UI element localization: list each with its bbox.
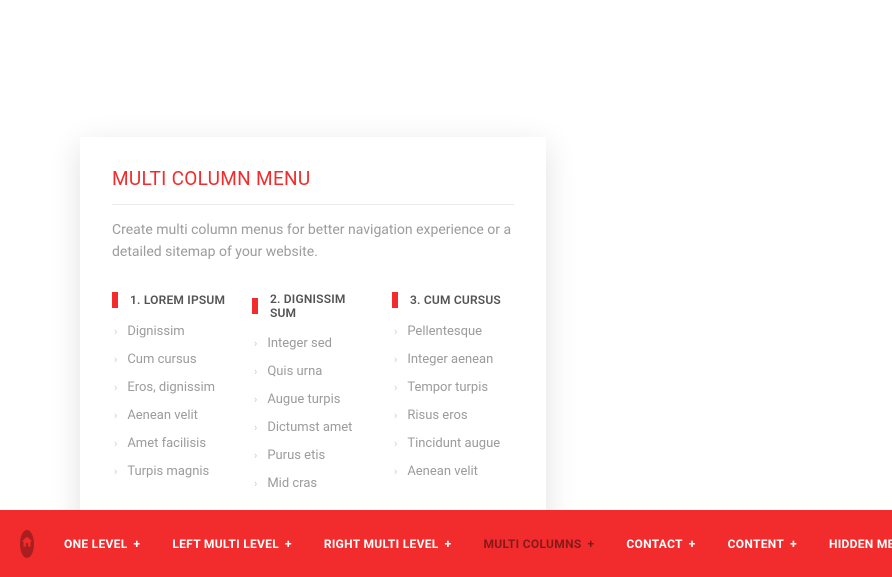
column-link-label: Integer aenean xyxy=(407,352,493,367)
nav-item-label: CONTENT xyxy=(728,537,784,551)
column-link-label: Aenean velit xyxy=(127,408,198,423)
nav-item-label: LEFT MULTI LEVEL xyxy=(172,537,279,551)
plus-icon: + xyxy=(689,537,696,551)
column-link-label: Amet facilisis xyxy=(127,436,206,451)
nav-item-label: HIDDEN MENU xyxy=(829,537,892,551)
chevron-right-icon: › xyxy=(254,393,257,406)
column-link[interactable]: › Amet facilisis xyxy=(112,436,234,451)
home-icon xyxy=(20,534,34,553)
chevron-right-icon: › xyxy=(114,437,117,450)
column-link-label: Turpis magnis xyxy=(127,464,209,479)
nav-item-label: CONTACT xyxy=(626,537,682,551)
plus-icon: + xyxy=(445,537,452,551)
column-link-label: Purus etis xyxy=(267,448,325,463)
column-link[interactable]: › Eros, dignissim xyxy=(112,380,234,395)
column-link-label: Cum cursus xyxy=(127,352,196,367)
column-header: 3. CUM CURSUS xyxy=(392,292,514,308)
multi-column-dropdown: MULTI COLUMN MENU Create multi column me… xyxy=(80,137,546,536)
chevron-right-icon: › xyxy=(254,337,257,350)
column-link-label: Dignissim xyxy=(127,324,184,339)
column-link-label: Tempor turpis xyxy=(407,380,488,395)
dropdown-column: 2. DIGNISSIM SUM › Integer sed › Quis urna › A… xyxy=(252,292,374,504)
nav-item-contact[interactable]: CONTACT + xyxy=(626,537,695,551)
chevron-right-icon: › xyxy=(394,437,397,450)
column-link[interactable]: › Aenean velit xyxy=(112,408,234,423)
column-link-label: Dictumst amet xyxy=(267,420,352,435)
chevron-right-icon: › xyxy=(254,421,257,434)
chevron-right-icon: › xyxy=(394,353,397,366)
chevron-right-icon: › xyxy=(114,325,117,338)
column-link[interactable]: › Augue turpis xyxy=(252,392,374,407)
nav-item-multi-columns[interactable]: MULTI COLUMNS + xyxy=(483,537,594,551)
chevron-right-icon: › xyxy=(114,381,117,394)
navbar: ONE LEVEL+LEFT MULTI LEVEL+RIGHT MULTI L… xyxy=(0,510,892,577)
plus-icon: + xyxy=(134,537,141,551)
dropdown-columns: 1. LOREM IPSUM › Dignissim › Cum cursus › Eros… xyxy=(112,292,514,504)
column-link-label: Tincidunt augue xyxy=(407,436,500,451)
nav-item-content[interactable]: CONTENT + xyxy=(728,537,797,551)
column-link-label: Integer sed xyxy=(267,336,332,351)
column-header: 2. DIGNISSIM SUM xyxy=(252,292,374,320)
plus-icon: + xyxy=(790,537,797,551)
chevron-right-icon: › xyxy=(394,325,397,338)
column-link[interactable]: › Dictumst amet xyxy=(252,420,374,435)
plus-icon: + xyxy=(285,537,292,551)
nav-item-left-multi-level[interactable]: LEFT MULTI LEVEL + xyxy=(172,537,292,551)
column-link[interactable]: › Dignissim xyxy=(112,324,234,339)
column-link-label: Eros, dignissim xyxy=(127,380,215,395)
dropdown-title: MULTI COLUMN MENU xyxy=(112,167,514,205)
chevron-right-icon: › xyxy=(114,409,117,422)
nav-item-label: ONE LEVEL xyxy=(64,537,128,551)
column-link[interactable]: › Integer aenean xyxy=(392,352,514,367)
chevron-right-icon: › xyxy=(394,381,397,394)
chevron-right-icon: › xyxy=(254,477,257,490)
column-link[interactable]: › Purus etis xyxy=(252,448,374,463)
column-link[interactable]: › Cum cursus xyxy=(112,352,234,367)
column-header-label: 3. CUM CURSUS xyxy=(410,293,501,307)
plus-icon: + xyxy=(588,537,595,551)
accent-bar xyxy=(252,298,258,314)
column-link-label: Quis urna xyxy=(267,364,322,379)
column-link-label: Risus eros xyxy=(407,408,467,423)
dropdown-description: Create multi column menus for better nav… xyxy=(112,219,514,264)
chevron-right-icon: › xyxy=(394,465,397,478)
column-link[interactable]: › Integer sed xyxy=(252,336,374,351)
column-link[interactable]: › Quis urna xyxy=(252,364,374,379)
chevron-right-icon: › xyxy=(114,465,117,478)
nav-item-one-level[interactable]: ONE LEVEL + xyxy=(64,537,140,551)
chevron-right-icon: › xyxy=(394,409,397,422)
column-link[interactable]: › Pellentesque xyxy=(392,324,514,339)
column-link-label: Pellentesque xyxy=(407,324,482,339)
column-header-label: 1. LOREM IPSUM xyxy=(130,293,225,307)
column-header: 1. LOREM IPSUM xyxy=(112,292,234,308)
nav-item-right-multi-level[interactable]: RIGHT MULTI LEVEL + xyxy=(324,537,452,551)
nav-item-label: RIGHT MULTI LEVEL xyxy=(324,537,439,551)
chevron-right-icon: › xyxy=(114,353,117,366)
column-link[interactable]: › Risus eros xyxy=(392,408,514,423)
column-header-label: 2. DIGNISSIM SUM xyxy=(270,292,374,320)
column-link-label: Mid cras xyxy=(267,476,317,491)
nav-item-label: MULTI COLUMNS xyxy=(483,537,581,551)
dropdown-column: 3. CUM CURSUS › Pellentesque › Integer aenea… xyxy=(392,292,514,504)
chevron-right-icon: › xyxy=(254,449,257,462)
column-link[interactable]: › Turpis magnis xyxy=(112,464,234,479)
chevron-right-icon: › xyxy=(254,365,257,378)
dropdown-column: 1. LOREM IPSUM › Dignissim › Cum cursus › Eros… xyxy=(112,292,234,504)
column-link[interactable]: › Mid cras xyxy=(252,476,374,491)
column-link[interactable]: › Aenean velit xyxy=(392,464,514,479)
accent-bar xyxy=(392,292,398,308)
column-link[interactable]: › Tempor turpis xyxy=(392,380,514,395)
column-link-label: Aenean velit xyxy=(407,464,478,479)
column-link[interactable]: › Tincidunt augue xyxy=(392,436,514,451)
accent-bar xyxy=(112,292,118,308)
column-link-label: Augue turpis xyxy=(267,392,340,407)
home-button[interactable] xyxy=(20,530,34,558)
nav-item-hidden-menu[interactable]: HIDDEN MENU+ xyxy=(829,537,892,551)
